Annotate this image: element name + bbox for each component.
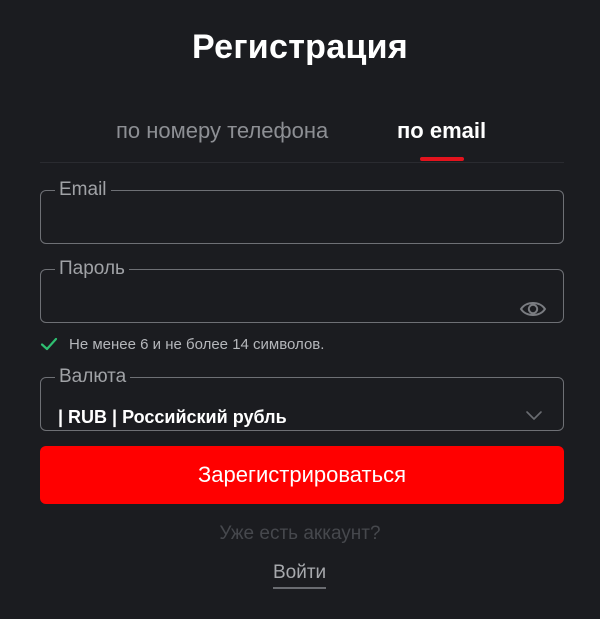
email-field-label: Email bbox=[59, 179, 107, 200]
register-button[interactable]: Зарегистрироваться bbox=[40, 446, 564, 504]
password-input[interactable] bbox=[55, 297, 519, 329]
password-hint: Не менее 6 и не более 14 символов. bbox=[40, 333, 324, 355]
active-tab-indicator bbox=[420, 157, 464, 161]
currency-select[interactable]: Валюта | RUB | Российский рубль bbox=[40, 367, 564, 431]
eye-icon[interactable] bbox=[519, 298, 547, 320]
page-title: Регистрация bbox=[192, 28, 408, 66]
login-prompt: Уже есть аккаунт? bbox=[219, 523, 381, 544]
password-field-label: Пароль bbox=[59, 258, 125, 279]
tab-email[interactable]: по email bbox=[397, 118, 486, 144]
chevron-down-icon[interactable] bbox=[525, 409, 543, 421]
check-icon bbox=[40, 337, 58, 351]
password-hint-text: Не менее 6 и не более 14 символов. bbox=[69, 335, 325, 353]
tab-phone[interactable]: по номеру телефона bbox=[116, 118, 328, 144]
currency-selected-value: | RUB | Российский рубль bbox=[58, 407, 287, 427]
email-field-container: Email bbox=[40, 179, 564, 250]
login-link[interactable]: Войти bbox=[273, 562, 327, 589]
email-input[interactable] bbox=[55, 218, 519, 250]
registration-tabs: по номеру телефона по email bbox=[40, 112, 564, 163]
currency-field-label: Валюта bbox=[59, 366, 127, 387]
password-field-container: Пароль bbox=[40, 258, 564, 329]
